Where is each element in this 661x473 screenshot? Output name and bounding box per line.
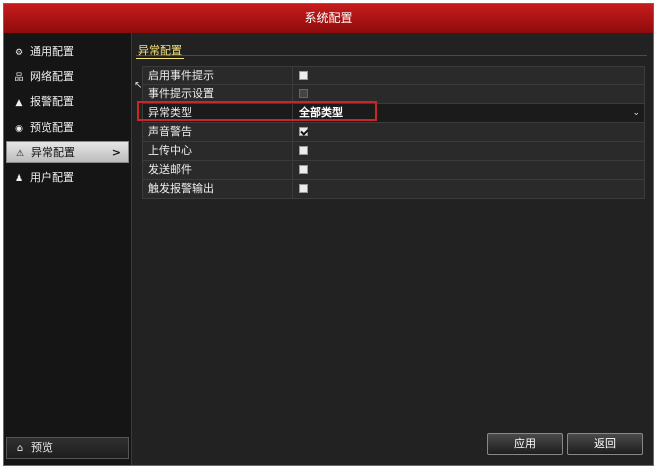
window-title: 系统配置 [304, 11, 353, 25]
sidebar-item-label: 预览配置 [30, 121, 74, 134]
sidebar-item-label: 通用配置 [30, 45, 74, 58]
config-window: 系统配置 ⚙ 通用配置 品网络配置 ▲ 报警配置 ◉ 预览配置 ⚠ 异常配置 > ♟ 用户… [3, 3, 654, 466]
row-label: 触发报警输出 [143, 180, 293, 198]
apply-button[interactable]: 应用 [487, 433, 563, 455]
exception-type-dropdown[interactable]: 全部类型 [299, 104, 644, 122]
send-email-checkbox[interactable] [299, 165, 308, 174]
sidebar-item-preview[interactable]: ◉ 预览配置 [6, 117, 129, 139]
upload-center-checkbox[interactable] [299, 146, 308, 155]
sidebar-item-label: 网络配置 [30, 70, 74, 83]
sidebar-item-alarm[interactable]: ▲ 报警配置 [6, 91, 129, 113]
chevron-down-icon[interactable]: ⌄ [632, 104, 640, 122]
sound-alert-checkbox[interactable] [299, 127, 308, 136]
warning-icon: ⚠ [15, 149, 25, 159]
row-sound-alert: 声音警告 [142, 123, 645, 142]
sidebar-item-label: 报警配置 [30, 95, 74, 108]
sidebar: ⚙ 通用配置 品网络配置 ▲ 报警配置 ◉ 预览配置 ⚠ 异常配置 > ♟ 用户配置 ⌂ 预… [4, 33, 132, 465]
chevron-right-icon: > [111, 146, 121, 159]
row-upload-center: 上传中心 [142, 142, 645, 161]
back-button[interactable]: 返回 [567, 433, 643, 455]
sidebar-item-label: 异常配置 [31, 146, 75, 159]
eye-icon: ◉ [15, 124, 23, 134]
sidebar-item-users[interactable]: ♟ 用户配置 [6, 167, 129, 189]
home-icon: ⌂ [16, 443, 24, 454]
preview-button-label: 预览 [31, 441, 53, 454]
window-titlebar: 系统配置 [4, 4, 653, 33]
gear-icon: ⚙ [14, 48, 24, 58]
trigger-alarm-output-checkbox[interactable] [299, 184, 308, 193]
settings-table: 启用事件提示 事件提示设置 异常类型 全部类型 ⌄ 声音警告 上传中心 发送邮件… [142, 66, 645, 199]
row-event-hint-settings: 事件提示设置 [142, 85, 645, 104]
enable-event-hint-checkbox[interactable] [299, 71, 308, 80]
settings-gear-icon[interactable] [299, 89, 308, 98]
row-label: 启用事件提示 [143, 67, 293, 85]
sidebar-item-general[interactable]: ⚙ 通用配置 [6, 41, 129, 63]
sidebar-item-network[interactable]: 品网络配置 [6, 66, 129, 88]
row-label: 上传中心 [143, 142, 293, 160]
row-trigger-alarm-output: 触发报警输出 [142, 180, 645, 199]
content-header: 异常配置 [136, 39, 647, 59]
row-label: 发送邮件 [143, 161, 293, 179]
preview-button[interactable]: ⌂ 预览 [6, 437, 129, 459]
users-icon: ♟ [14, 174, 24, 184]
row-send-email: 发送邮件 [142, 161, 645, 180]
sidebar-item-label: 用户配置 [30, 171, 74, 184]
row-label: 事件提示设置 [143, 85, 293, 103]
row-label: 声音警告 [143, 123, 293, 141]
content-panel: 异常配置 启用事件提示 事件提示设置 异常类型 全部类型 ⌄ 声音警告 上传中心… [132, 33, 653, 465]
network-icon: 品 [14, 73, 24, 83]
row-label: 异常类型 [143, 104, 293, 122]
row-enable-event-hint: 启用事件提示 [142, 66, 645, 85]
sidebar-item-exception[interactable]: ⚠ 异常配置 > [6, 141, 129, 163]
mouse-cursor-icon: ↖ [134, 80, 143, 91]
alarm-icon: ▲ [15, 98, 23, 108]
exception-type-value: 全部类型 [299, 106, 343, 119]
page-title: 异常配置 [136, 44, 184, 59]
row-exception-type: 异常类型 全部类型 ⌄ [142, 104, 645, 123]
